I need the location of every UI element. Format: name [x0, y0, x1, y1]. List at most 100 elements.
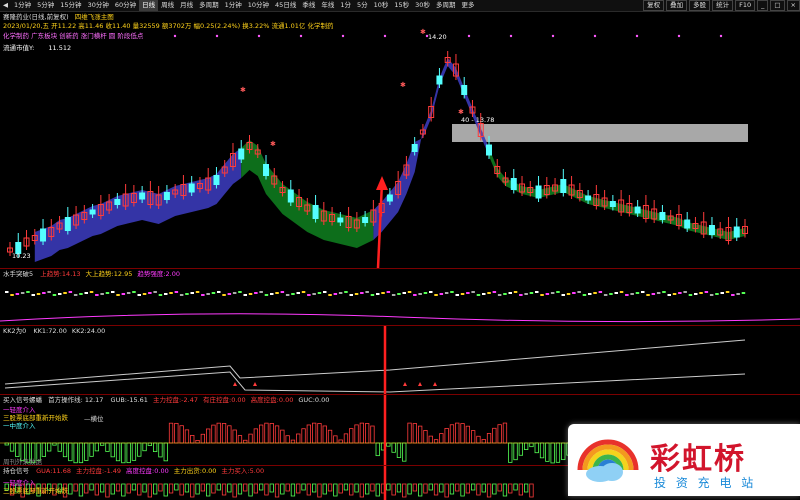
quote-line: 2023/01/20,五 开11.22 高11.46 收11.40 量32559… — [3, 22, 334, 30]
indicator-number: 14.13 — [61, 270, 81, 278]
trend-dash — [646, 294, 650, 296]
holding-bar — [317, 483, 322, 498]
candle-body — [386, 194, 393, 202]
period-tab[interactable]: 1分钟 — [11, 0, 34, 11]
indicator-number: 0.00 — [231, 396, 246, 404]
histogram-bar — [555, 442, 561, 463]
holding-bar — [248, 483, 253, 497]
toolbar-button[interactable]: 复权 — [643, 0, 665, 11]
indicator-label: 大上趋势: — [85, 270, 114, 278]
market-cap-label: 流通市值Y: — [3, 44, 35, 52]
holding-bar — [89, 483, 94, 491]
holding-bar — [343, 483, 349, 491]
histogram-bar — [375, 442, 380, 457]
histogram-bar — [317, 423, 322, 444]
period-tab[interactable]: 10秒 — [371, 0, 392, 11]
pane4-title: 买入信号螺蟠 — [3, 396, 42, 404]
indicator-label: GUC: — [298, 396, 315, 404]
period-tab[interactable]: 更多 — [458, 0, 477, 11]
period-tab[interactable]: 月线 — [177, 0, 196, 11]
period-tab[interactable]: 10分钟 — [245, 0, 272, 11]
indicator-value: GUA:11.68 — [36, 467, 71, 475]
trend-dash — [270, 293, 274, 295]
period-tab[interactable]: 季线 — [299, 0, 318, 11]
minimize-icon[interactable]: _ — [757, 0, 769, 11]
trend-dash — [444, 292, 449, 294]
trend-dash — [227, 293, 232, 295]
indicator-label: 主力买入: — [221, 467, 250, 475]
toolbar-button[interactable]: 叠加 — [666, 0, 688, 11]
trend-dash — [360, 292, 364, 294]
period-tab[interactable]: 45日线 — [272, 0, 299, 11]
holding-bar — [84, 483, 89, 494]
indicator-number: 0.00 — [201, 467, 217, 475]
trend-dash — [460, 293, 465, 295]
top-dot — [467, 34, 471, 38]
period-tab[interactable]: 60分钟 — [112, 0, 139, 11]
holding-bar — [476, 483, 481, 496]
holding-bar — [359, 483, 365, 498]
top-dot — [677, 34, 681, 38]
trend-dash — [137, 294, 141, 296]
legend-bottom-restart: 三股票底部重新开始跌 — [3, 414, 68, 422]
period-tab[interactable]: 15秒 — [391, 0, 412, 11]
holding-bar — [439, 483, 444, 493]
indicator-number: 2.00 — [165, 270, 181, 278]
candlestick-chart[interactable]: ✱ ✱ ✱ ✱ ✱ — [0, 12, 800, 268]
period-tab[interactable]: 周线 — [158, 0, 177, 11]
trend-dash — [683, 291, 687, 293]
histogram-bar — [449, 424, 455, 444]
sailor-breakout-pane[interactable]: 水手突破5 上趋势:14.13 大上趋势:12.95 趋势强度:2.00 — [0, 269, 800, 326]
histogram-bar — [322, 425, 327, 444]
trend-band-green — [241, 140, 374, 248]
histogram-bar — [301, 428, 306, 444]
histogram-bar — [115, 442, 121, 462]
main-chart-pane[interactable]: ✱ ✱ ✱ ✱ ✱ 赛隆药业(日线,前复权) 四维飞涨主图 2023/01/20,五 开… — [0, 12, 800, 269]
trend-dash — [423, 292, 428, 294]
trend-dash — [656, 292, 661, 294]
period-tab[interactable]: ◀ — [0, 0, 11, 11]
kk-chart[interactable] — [0, 326, 800, 394]
kk-pane[interactable]: KK2为0 KK1:72.00 KK2:24.00 — [0, 326, 800, 395]
toolbar-button[interactable]: F10 — [735, 0, 756, 11]
close-icon[interactable]: × — [786, 0, 800, 11]
period-tab[interactable]: 5分钟 — [34, 0, 57, 11]
indicator-value: GUC:0.00 — [298, 396, 329, 404]
period-tab[interactable]: 多周期 — [196, 0, 222, 11]
histogram-bar — [396, 442, 402, 458]
indicator-value: 有庄控盘:0.00 — [203, 396, 246, 404]
toolbar-button[interactable]: 统计 — [712, 0, 734, 11]
histogram-bar — [168, 422, 174, 444]
period-tab[interactable]: 30秒 — [412, 0, 433, 11]
indicator-name: 四维飞涨主图 — [74, 13, 114, 21]
histogram-bar — [237, 435, 243, 444]
trend-dash — [497, 294, 502, 296]
period-tab[interactable]: 1分 — [337, 0, 354, 11]
holding-bar — [433, 483, 439, 496]
pane4-sub: 首方操作线: 12.17 — [48, 396, 104, 404]
trend-dash — [694, 293, 698, 295]
period-tab[interactable]: 日线 — [139, 0, 159, 11]
maximize-icon[interactable]: □ — [770, 0, 785, 11]
period-tab[interactable]: 15分钟 — [57, 0, 84, 11]
indicator-label: 趋势强度: — [137, 270, 166, 278]
trend-dash — [492, 291, 497, 293]
toolbar-button[interactable]: 多股 — [689, 0, 711, 11]
period-tab[interactable]: 1分钟 — [222, 0, 245, 11]
histogram-bar — [285, 435, 290, 444]
logo-subtitle: 投 资 充 电 站 — [654, 476, 757, 490]
trend-dash — [116, 294, 120, 296]
indicator-value: 主力出货:0.00 — [174, 467, 217, 475]
holding-bar — [221, 483, 227, 496]
holding-bar — [508, 483, 513, 494]
market-cap-line: 流通市值Y: 11.512 — [3, 44, 71, 52]
low-price-label: 10.23 — [12, 252, 31, 260]
holding-bar — [524, 483, 529, 493]
period-tab[interactable]: 5分 — [354, 0, 371, 11]
histogram-bar — [41, 442, 46, 457]
period-tab[interactable]: 年线 — [318, 0, 337, 11]
period-tab[interactable]: 多周期 — [433, 0, 459, 11]
histogram-bar — [428, 435, 433, 444]
histogram-bar — [465, 425, 471, 444]
period-tab[interactable]: 30分钟 — [85, 0, 112, 11]
